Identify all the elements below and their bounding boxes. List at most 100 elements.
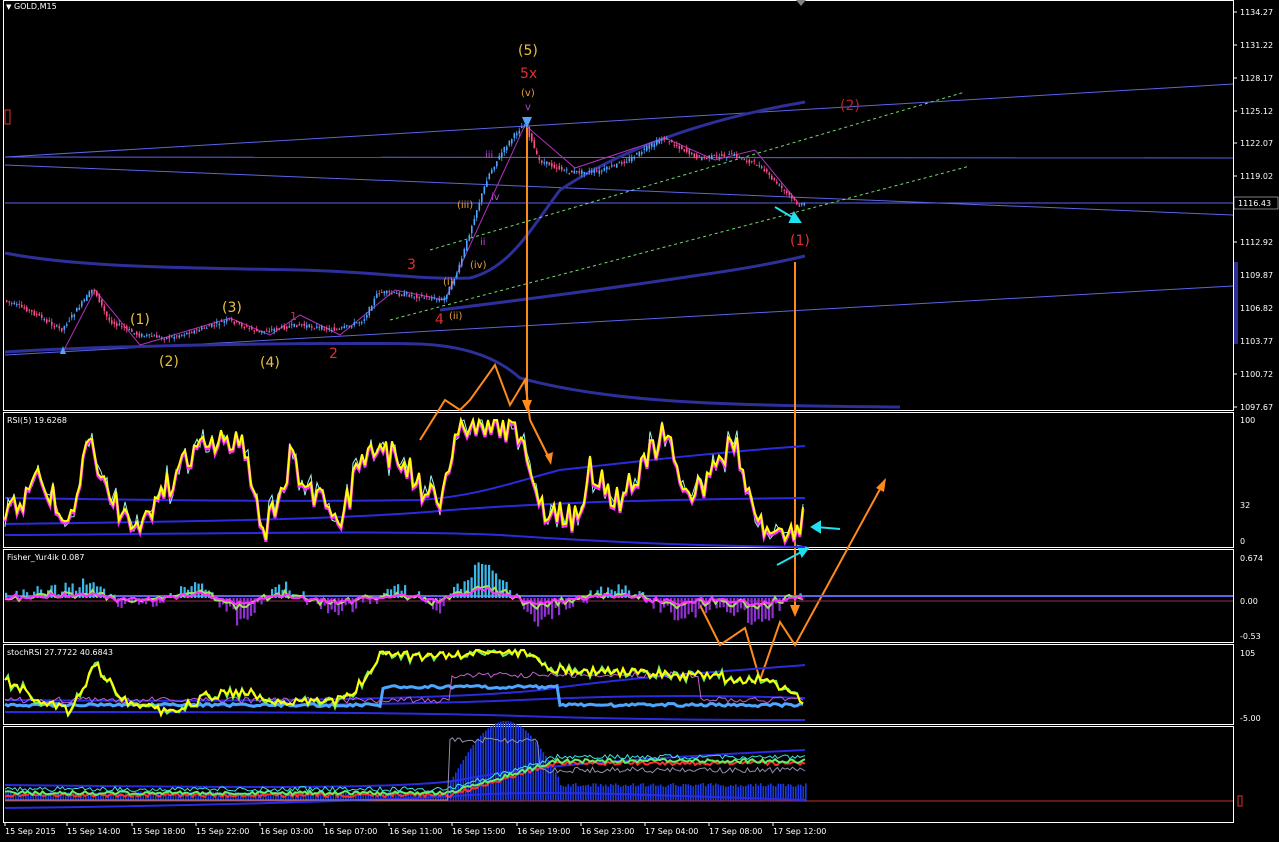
candle-body [699, 155, 701, 157]
candle-body [166, 337, 168, 338]
trading-chart-window[interactable]: (5) 5x (v) v iii iv ii (iii) (iv) (ii) (… [0, 0, 1279, 838]
bottom-bar [645, 786, 647, 801]
candle-body [204, 328, 206, 329]
bottom-bar [553, 768, 555, 801]
candle-body [394, 292, 396, 293]
candle-body [479, 203, 481, 210]
bottom-bar [513, 722, 515, 801]
candle-body [461, 259, 463, 266]
candle-body [491, 170, 493, 173]
candle-body [586, 173, 588, 174]
candle-body [541, 161, 543, 163]
stochrsi-pane[interactable]: 105 -5.00 [5, 649, 1261, 723]
bottom-bar [693, 786, 695, 801]
bottom-bar [473, 745, 475, 801]
candle-body [711, 155, 713, 158]
candle-body [484, 186, 486, 193]
bottom-bar [630, 785, 632, 801]
bottom-bar [683, 784, 685, 801]
candle-body [776, 182, 778, 184]
candle-body [664, 137, 666, 140]
candle-body [194, 330, 196, 333]
candle-body [684, 149, 686, 151]
candle-body [354, 322, 356, 325]
price-axis[interactable]: 1134.271131.221128.171125.121122.071119.… [1233, 8, 1273, 412]
candle-body [441, 299, 443, 300]
candle-body [31, 310, 33, 312]
wave-label-v-paren: (v) [521, 88, 535, 99]
candle-body [424, 298, 426, 299]
bottom-indicator-pane[interactable] [5, 721, 1242, 808]
price-axis-label: 1131.22 [1240, 41, 1273, 50]
candle-body [396, 293, 398, 294]
candle-body [389, 291, 391, 292]
price-pane[interactable]: (5) 5x (v) v iii iv ii (iii) (iv) (ii) (… [5, 8, 1278, 680]
chart-canvas[interactable]: (5) 5x (v) v iii iv ii (iii) (iv) (ii) (… [0, 0, 1279, 838]
bottom-bar [595, 783, 597, 801]
candle-body [346, 325, 348, 326]
time-axis-label: 17 Sep 12:00 [773, 827, 826, 836]
fisher-bar [247, 598, 249, 620]
candle-body [759, 165, 761, 166]
rsi-pane[interactable]: 100 32 0 [5, 416, 1255, 547]
candle-body [766, 169, 768, 171]
candle-body [344, 326, 346, 328]
candle-body [574, 171, 576, 173]
candle-body [704, 157, 706, 158]
candle-body [624, 161, 626, 163]
candle-body [109, 317, 111, 320]
scroll-indicator[interactable] [796, 0, 806, 6]
candle-body [561, 167, 563, 170]
bottom-bar [675, 785, 677, 801]
candle-body [321, 326, 323, 329]
candle-body [591, 171, 593, 173]
bottom-bar [475, 742, 477, 801]
candle-body [106, 312, 108, 317]
bottom-bar [685, 784, 687, 801]
candle-body [596, 171, 598, 172]
fisher-bar [754, 598, 756, 622]
candle-body [41, 315, 43, 318]
fisher-bar [747, 598, 749, 623]
bottom-bar [518, 725, 520, 801]
candle-body [509, 141, 511, 145]
candle-body [404, 293, 406, 296]
candle-body [24, 307, 26, 309]
fisher-bar [684, 598, 686, 618]
bottom-bar [555, 772, 557, 801]
candle-body [531, 133, 533, 141]
fisher-bar [338, 598, 340, 615]
fisher-pane[interactable]: 0.674 0.00 -0.53 [5, 554, 1263, 641]
candle-body [409, 295, 411, 297]
candle-body [94, 290, 96, 291]
candle-body [514, 133, 516, 138]
candle-body [426, 296, 428, 297]
candle-body [724, 154, 726, 157]
fisher-bar [688, 598, 690, 614]
candle-body [264, 331, 266, 332]
candle-body [629, 158, 631, 161]
candle-body [529, 127, 531, 137]
candle-body [231, 319, 233, 321]
candle-body [594, 170, 596, 172]
bottom-bar [673, 783, 675, 801]
candle-body [641, 152, 643, 154]
candle-body [456, 273, 458, 277]
candle-body [296, 325, 298, 327]
candle-body [284, 326, 286, 329]
candle-body [29, 310, 31, 311]
bottom-bar [483, 733, 485, 801]
bottom-bar [575, 783, 577, 801]
chevron-down-icon[interactable]: ▼ [6, 3, 11, 11]
candle-body [51, 322, 53, 326]
candle-body [199, 330, 201, 332]
candle-body [274, 329, 276, 331]
candle-body [291, 324, 293, 325]
time-axis[interactable]: 15 Sep 201515 Sep 14:0015 Sep 18:0015 Se… [5, 822, 826, 836]
candle-body [319, 327, 321, 328]
candle-body [326, 328, 328, 330]
candle-body [269, 331, 271, 332]
bottom-bar [558, 777, 560, 801]
candle-body [786, 191, 788, 193]
candle-body [169, 336, 171, 338]
